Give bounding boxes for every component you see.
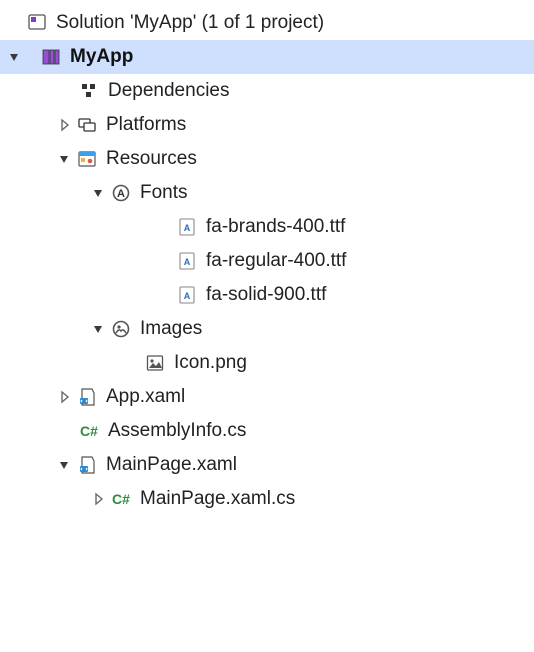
tree-item-label: Dependencies <box>106 80 229 102</box>
expand-arrow-open-icon[interactable] <box>54 142 76 176</box>
platforms-node[interactable]: Platforms <box>0 108 534 142</box>
xaml-file-node[interactable]: App.xaml <box>0 380 534 414</box>
tree-item-label: MainPage.xaml.cs <box>138 488 295 510</box>
dependencies-node[interactable]: Dependencies <box>0 74 534 108</box>
solution-node[interactable]: Solution 'MyApp' (1 of 1 project) <box>0 6 534 40</box>
cs-file-node[interactable]: AssemblyInfo.cs <box>0 414 534 448</box>
tree-item-label: Icon.png <box>172 352 247 374</box>
platforms-icon <box>76 114 98 136</box>
tree-item-label: Fonts <box>138 182 188 204</box>
expand-arrow-open-icon[interactable] <box>88 176 110 210</box>
expand-arrow-closed-icon[interactable] <box>88 482 110 516</box>
tree-item-label: MainPage.xaml <box>104 454 237 476</box>
solution-label: Solution 'MyApp' (1 of 1 project) <box>54 12 324 34</box>
csharp-file-icon <box>78 420 100 442</box>
solution-icon <box>26 12 48 34</box>
fonts-folder-node[interactable]: Fonts <box>0 176 534 210</box>
font-file-icon <box>176 250 198 272</box>
font-file-icon <box>176 284 198 306</box>
csproj-icon <box>40 46 62 68</box>
tree-item-label: App.xaml <box>104 386 185 408</box>
tree-item-label: Resources <box>104 148 197 170</box>
tree-item-label: AssemblyInfo.cs <box>106 420 246 442</box>
image-file-icon <box>144 352 166 374</box>
expand-arrow-closed-icon[interactable] <box>54 108 76 142</box>
tree-item-label: fa-brands-400.ttf <box>204 216 345 238</box>
dependencies-icon <box>78 80 100 102</box>
xaml-file-icon <box>76 454 98 476</box>
project-label: MyApp <box>68 46 133 68</box>
images-folder-node[interactable]: Images <box>0 312 534 346</box>
xaml-file-node[interactable]: MainPage.xaml <box>0 448 534 482</box>
font-file-node[interactable]: fa-solid-900.ttf <box>0 278 534 312</box>
font-file-node[interactable]: fa-regular-400.ttf <box>0 244 534 278</box>
images-folder-icon <box>110 318 132 340</box>
tree-item-label: Images <box>138 318 202 340</box>
font-file-icon <box>176 216 198 238</box>
font-file-node[interactable]: fa-brands-400.ttf <box>0 210 534 244</box>
expand-arrow-open-icon[interactable] <box>88 312 110 346</box>
cs-file-node[interactable]: MainPage.xaml.cs <box>0 482 534 516</box>
expand-arrow-open-icon[interactable] <box>54 448 76 482</box>
tree-item-label: fa-regular-400.ttf <box>204 250 346 272</box>
fonts-folder-icon <box>110 182 132 204</box>
expand-arrow-open-icon[interactable] <box>4 40 26 74</box>
csharp-file-icon <box>110 488 132 510</box>
tree-item-label: fa-solid-900.ttf <box>204 284 326 306</box>
expand-arrow-closed-icon[interactable] <box>54 380 76 414</box>
tree-item-label: Platforms <box>104 114 186 136</box>
resources-node[interactable]: Resources <box>0 142 534 176</box>
resources-icon <box>76 148 98 170</box>
image-file-node[interactable]: Icon.png <box>0 346 534 380</box>
xaml-file-icon <box>76 386 98 408</box>
project-node[interactable]: MyApp <box>0 40 534 74</box>
solution-explorer-tree: Solution 'MyApp' (1 of 1 project) MyApp … <box>0 0 534 652</box>
